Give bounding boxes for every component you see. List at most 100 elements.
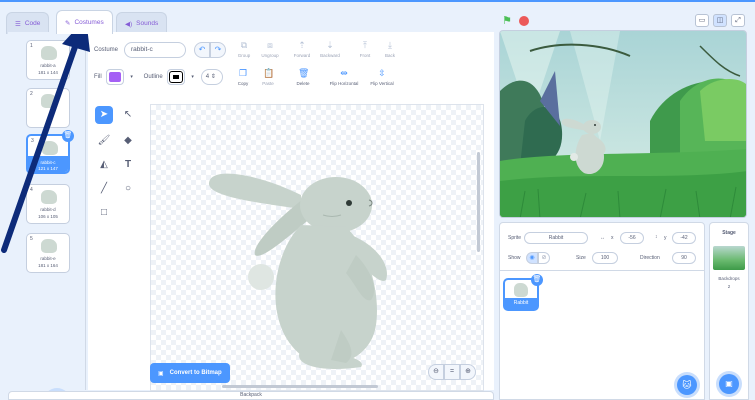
fill-color-preview: [108, 72, 121, 82]
rabbit-costume-drawing: [208, 173, 387, 370]
canvas-vertical-scrollbar[interactable]: [477, 152, 480, 252]
chevron-down-icon[interactable]: ▾: [128, 74, 136, 80]
eraser-tool-icon[interactable]: ◆: [119, 132, 137, 150]
costume-item[interactable]: 1 rabbit-a 181 x 144: [26, 40, 70, 80]
copy-label: Copy: [237, 81, 249, 86]
front-label: Front: [359, 53, 371, 58]
costume-item[interactable]: 2: [26, 88, 70, 128]
brush-tool-icon[interactable]: 🖌: [95, 132, 113, 150]
zoom-reset-icon[interactable]: =: [444, 364, 460, 380]
undo-icon[interactable]: ↶: [194, 42, 210, 58]
size-input[interactable]: 100: [592, 252, 618, 264]
forward-button[interactable]: ⇡ Forward: [287, 40, 317, 58]
select-tool-icon[interactable]: ➤: [95, 106, 113, 124]
fill-label: Fill: [94, 74, 102, 80]
delete-button[interactable]: 🗑 Delete: [288, 68, 318, 86]
ungroup-button[interactable]: ⧈ Ungroup: [255, 40, 285, 58]
zoom-out-icon[interactable]: ⊖: [428, 364, 444, 380]
flip-vertical-button[interactable]: ⇳ Flip Vertical: [364, 68, 400, 86]
show-hidden-icon[interactable]: ⊘: [538, 252, 550, 264]
line-tool-icon[interactable]: ╱: [95, 180, 113, 198]
fill-tool-icon[interactable]: ◭: [95, 156, 113, 174]
choose-sprite-button[interactable]: 🐱: [677, 375, 697, 395]
costume-thumbnail: [41, 239, 57, 253]
canvas-horizontal-scrollbar[interactable]: [222, 385, 378, 388]
backpack-bar[interactable]: Backpack: [8, 391, 494, 400]
costume-number: 3: [31, 138, 34, 144]
paint-editor: Costume rabbit-c ↶ ↷ ⧉ Group ⧈ Ungroup ⇡ Fo…: [88, 32, 494, 391]
fullscreen-icon[interactable]: ⤢: [731, 14, 745, 27]
stop-icon[interactable]: [519, 16, 529, 26]
costume-name: rabbit-e: [40, 256, 56, 261]
top-bar: ☰ Code ✎ Costumes ◀︎) Sounds ⚑ ▭ ◫ ⤢: [0, 0, 755, 34]
small-stage-icon[interactable]: ▭: [695, 14, 709, 27]
y-input[interactable]: -42: [672, 232, 696, 244]
costume-number: 2: [30, 91, 33, 97]
text-tool-icon[interactable]: T: [119, 156, 137, 174]
green-flag-icon[interactable]: ⚑: [502, 15, 514, 27]
direction-label: Direction: [640, 255, 660, 261]
show-label: Show: [508, 255, 521, 261]
stage-canvas[interactable]: [499, 30, 747, 218]
back-label: Back: [384, 53, 395, 58]
paste-icon: 📋: [263, 68, 275, 78]
costume-number: 4: [30, 187, 33, 193]
delete-label: Delete: [296, 81, 310, 86]
costume-thumbnail: [42, 141, 58, 155]
costume-size: 181 x 144: [38, 70, 58, 75]
large-stage-icon[interactable]: ◫: [713, 14, 727, 27]
costume-name-input[interactable]: rabbit-c: [124, 42, 187, 58]
delete-costume-icon[interactable]: 🗑: [62, 130, 74, 142]
paste-button[interactable]: 📋 Paste: [253, 68, 283, 86]
flip-vertical-icon: ⇳: [378, 68, 386, 78]
choose-backdrop-button[interactable]: ▣: [719, 374, 739, 394]
x-arrows-icon: ↔: [600, 235, 605, 241]
convert-to-bitmap-button[interactable]: ▣ Convert to Bitmap: [150, 363, 230, 383]
outline-width-value: 4: [205, 74, 210, 80]
costume-size: 106 x 105: [38, 214, 58, 219]
costume-item[interactable]: 4 rabbit-d 106 x 105: [26, 184, 70, 224]
group-icon: ⧉: [240, 40, 248, 50]
show-visible-icon[interactable]: ◉: [526, 252, 538, 264]
cat-icon: 🐱: [682, 380, 692, 390]
tab-costumes-label: Costumes: [74, 19, 104, 26]
rectangle-tool-icon[interactable]: □: [95, 204, 113, 222]
outline-color-swatch[interactable]: [166, 69, 185, 85]
direction-input[interactable]: 90: [672, 252, 696, 264]
tab-sounds-label: Sounds: [136, 20, 159, 27]
ungroup-icon: ⧈: [267, 40, 273, 50]
flip-horizontal-icon: ⇹: [340, 68, 348, 78]
chevron-down-icon[interactable]: ▾: [189, 74, 197, 80]
stage-size-controls: ▭ ◫ ⤢: [695, 14, 745, 27]
delete-sprite-icon[interactable]: 🗑: [531, 274, 543, 286]
drawing-canvas[interactable]: [150, 104, 484, 391]
sprite-info: Sprite Rabbit ↔ x -56 ↕ y -42 Show ◉ ⊘ S…: [500, 223, 704, 271]
forward-icon: ⇡: [298, 40, 306, 50]
sprite-item-rabbit[interactable]: Rabbit 🗑: [503, 274, 543, 311]
outline-width-input[interactable]: 4 ⇕: [200, 69, 223, 85]
costume-label: Costume: [94, 47, 119, 53]
costume-item-selected[interactable]: 3 rabbit-c 121 x 147 🗑: [26, 130, 74, 174]
redo-icon[interactable]: ↷: [210, 42, 226, 58]
backward-button[interactable]: ⇣ Backward: [315, 40, 345, 58]
x-input[interactable]: -56: [620, 232, 644, 244]
reshape-tool-icon[interactable]: ↖: [119, 106, 137, 124]
copy-icon: ❐: [238, 68, 248, 78]
tab-code[interactable]: ☰ Code: [6, 12, 50, 34]
sprite-label: Sprite: [508, 235, 522, 241]
circle-tool-icon[interactable]: ○: [119, 180, 137, 198]
zoom-in-icon[interactable]: ⊕: [460, 364, 476, 380]
costume-item[interactable]: 5 rabbit-e 181 x 164: [26, 233, 70, 273]
code-icon: ☰: [15, 20, 21, 28]
y-label: y: [664, 235, 667, 241]
sprite-name-input[interactable]: Rabbit: [524, 232, 588, 244]
ungroup-label: Ungroup: [261, 53, 279, 58]
fill-color-swatch[interactable]: [105, 69, 124, 85]
stage-title: Stage: [722, 230, 736, 236]
back-button[interactable]: ⤓ Back: [375, 40, 405, 58]
tab-costumes[interactable]: ✎ Costumes: [56, 10, 113, 34]
tab-sounds[interactable]: ◀︎) Sounds: [116, 12, 168, 34]
paste-label: Paste: [262, 81, 274, 86]
forward-label: Forward: [293, 53, 311, 58]
flip-horizontal-button[interactable]: ⇹ Flip Horizontal: [324, 68, 364, 86]
